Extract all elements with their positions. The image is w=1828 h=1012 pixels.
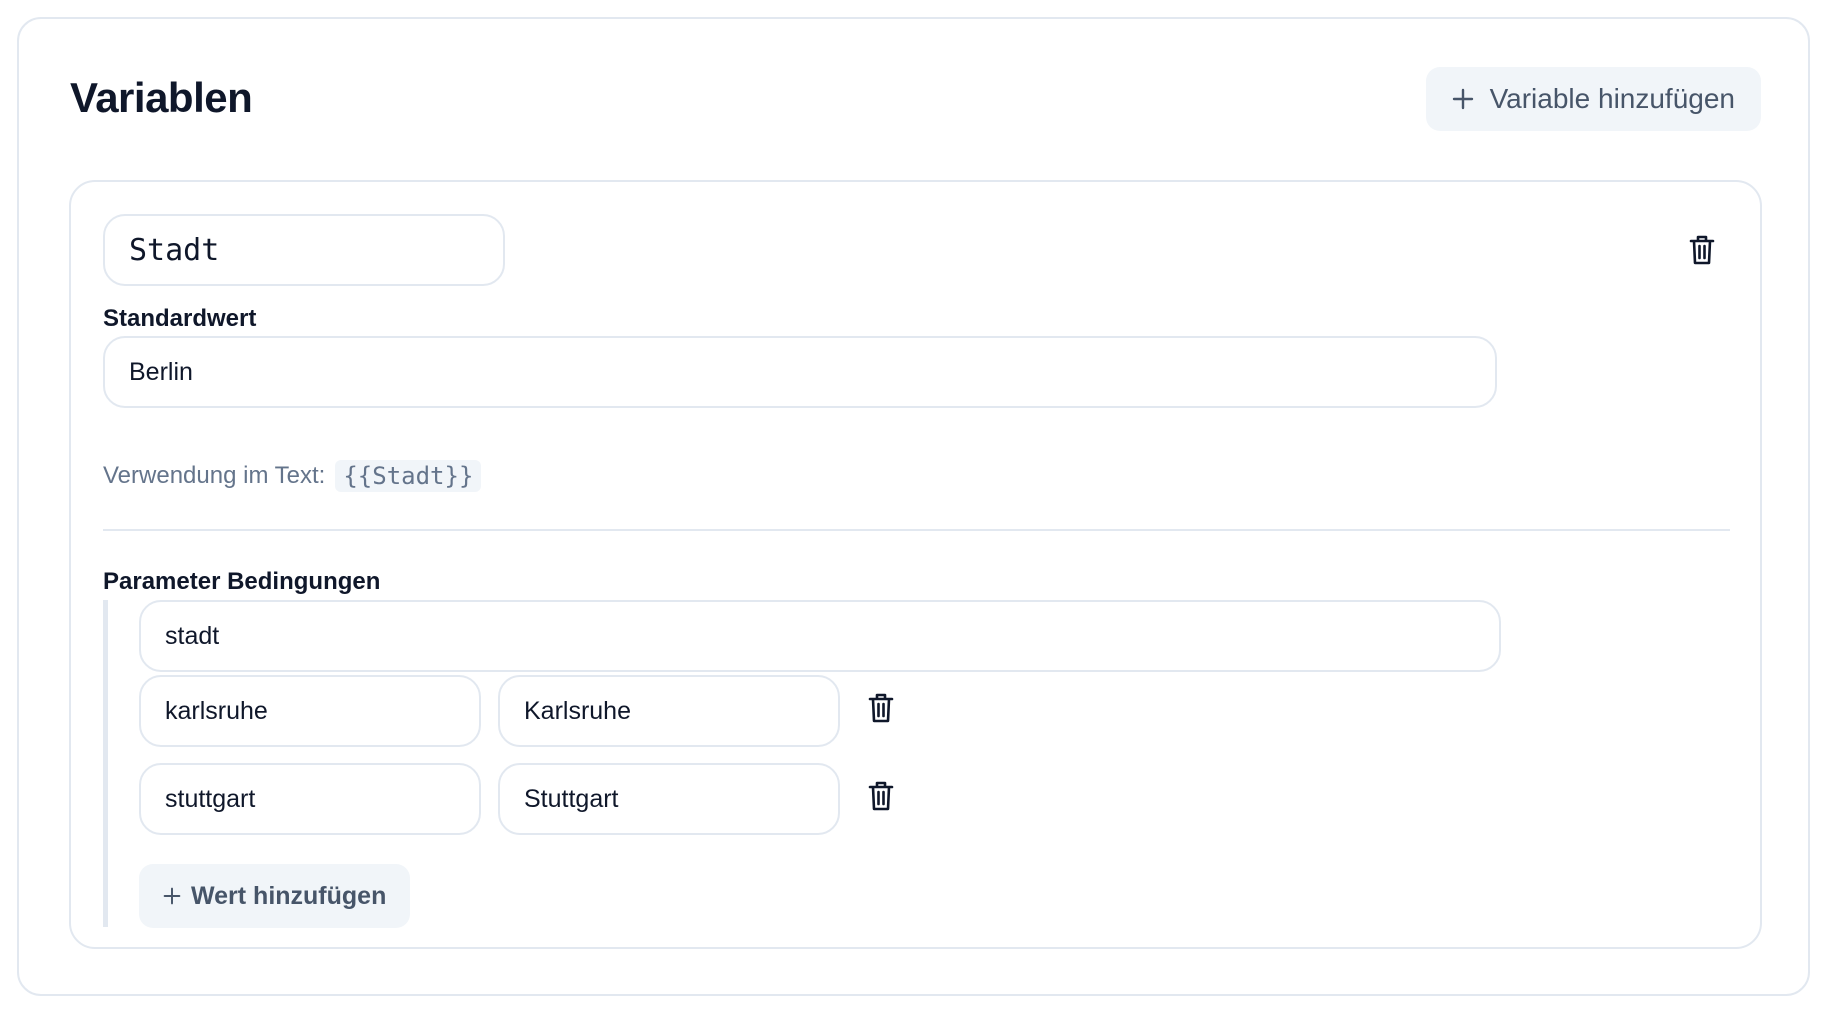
mapping-value-input[interactable] bbox=[498, 675, 840, 747]
default-value-input[interactable] bbox=[103, 336, 1497, 408]
usage-hint: Verwendung im Text: {{Stadt}} bbox=[103, 460, 482, 492]
default-value-label: Standardwert bbox=[103, 305, 257, 332]
mapping-value-input[interactable] bbox=[498, 763, 840, 835]
trash-icon bbox=[868, 781, 894, 811]
mapping-key-input[interactable] bbox=[139, 675, 481, 747]
add-value-button[interactable]: Wert hinzufügen bbox=[139, 864, 411, 928]
usage-code: {{Stadt}} bbox=[335, 460, 482, 492]
conditions-label: Parameter Bedingungen bbox=[103, 568, 381, 595]
add-variable-label: Variable hinzufügen bbox=[1489, 83, 1735, 114]
trash-icon bbox=[1689, 235, 1715, 265]
trash-icon bbox=[868, 693, 894, 723]
divider bbox=[103, 529, 1730, 531]
add-variable-button[interactable]: Variable hinzufügen bbox=[1425, 67, 1761, 131]
delete-mapping-button[interactable] bbox=[861, 776, 901, 816]
variable-name-input[interactable] bbox=[103, 214, 505, 286]
variable-card: Standardwert Verwendung im Text: {{Stadt… bbox=[69, 180, 1762, 949]
parameter-name-input[interactable] bbox=[139, 600, 1501, 672]
delete-mapping-button[interactable] bbox=[861, 688, 901, 728]
page-title: Variablen bbox=[70, 74, 253, 121]
delete-variable-button[interactable] bbox=[1682, 230, 1722, 270]
variables-panel: Variablen Variable hinzufügen Standardwe… bbox=[17, 17, 1810, 996]
plus-icon bbox=[1452, 88, 1473, 110]
conditions-block: Wert hinzufügen bbox=[103, 600, 1730, 928]
mapping-key-input[interactable] bbox=[139, 763, 481, 835]
usage-label: Verwendung im Text: bbox=[103, 462, 326, 489]
add-value-label: Wert hinzufügen bbox=[191, 881, 387, 910]
plus-icon bbox=[163, 887, 181, 905]
